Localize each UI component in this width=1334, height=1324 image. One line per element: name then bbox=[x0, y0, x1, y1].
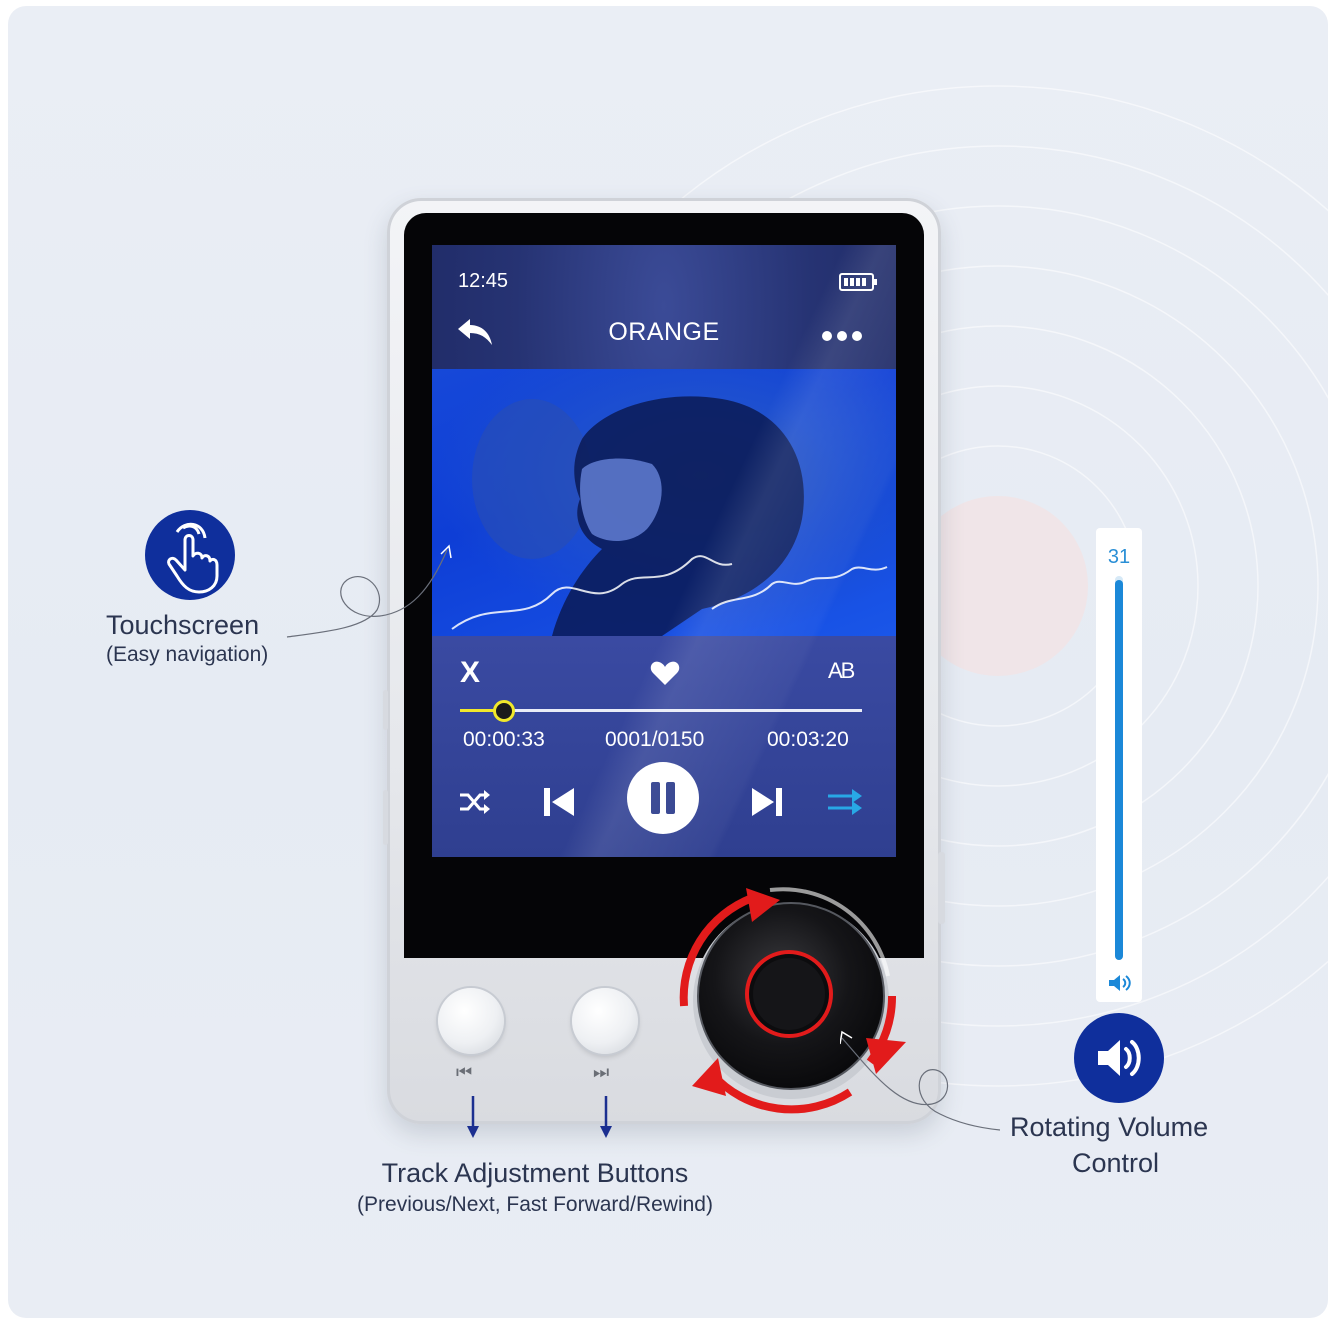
touch-screen[interactable]: 12:45 ORANGE X AB 00:00:33 0001/0150 00:… bbox=[432, 245, 896, 857]
next-track-icon[interactable] bbox=[750, 786, 784, 818]
shuffle-icon[interactable] bbox=[458, 788, 492, 816]
repeat-icon[interactable] bbox=[826, 786, 866, 818]
pause-button[interactable] bbox=[627, 762, 699, 834]
volume-label-line2: Control bbox=[1072, 1148, 1160, 1178]
elapsed-time: 00:00:33 bbox=[463, 728, 545, 751]
volume-value: 31 bbox=[1107, 546, 1131, 568]
volume-slider-panel: 31 bbox=[1096, 528, 1142, 1002]
hardware-next-button[interactable] bbox=[572, 988, 638, 1054]
touch-hand-icon bbox=[167, 522, 219, 594]
track-button-arrows bbox=[467, 1096, 612, 1138]
playback-controls: X AB 00:00:33 0001/0150 00:03:20 bbox=[432, 636, 896, 857]
touchscreen-sublabel: (Easy navigation) bbox=[106, 643, 269, 666]
heart-icon[interactable] bbox=[650, 660, 680, 686]
more-dots-icon[interactable] bbox=[820, 329, 864, 343]
touchscreen-label: Touchscreen bbox=[106, 610, 260, 640]
speaker-small-icon bbox=[1109, 975, 1131, 991]
side-button-lower[interactable] bbox=[383, 790, 388, 845]
track-buttons-label: Track Adjustment Buttons bbox=[381, 1158, 689, 1188]
status-time: 12:45 bbox=[458, 270, 509, 292]
track-buttons-sublabel: (Previous/Next, Fast Forward/Rewind) bbox=[357, 1193, 713, 1216]
progress-bar[interactable] bbox=[460, 700, 862, 722]
side-button-right[interactable] bbox=[938, 852, 945, 924]
volume-slider-track[interactable] bbox=[1115, 576, 1123, 960]
touchscreen-pointer-line bbox=[286, 544, 452, 638]
ab-repeat-button[interactable]: AB bbox=[828, 658, 855, 684]
volume-pointer-line bbox=[840, 1030, 1001, 1131]
battery-icon bbox=[839, 273, 877, 291]
album-artwork bbox=[432, 369, 896, 636]
volume-slider-fill bbox=[1115, 579, 1123, 960]
pause-icon bbox=[651, 782, 675, 814]
album-artwork-image bbox=[451, 396, 888, 636]
previous-track-icon[interactable] bbox=[542, 786, 576, 818]
track-index: 0001/0150 bbox=[605, 728, 705, 751]
total-time: 00:03:20 bbox=[767, 728, 849, 751]
volume-label-line1: Rotating Volume bbox=[1010, 1112, 1209, 1142]
close-button[interactable]: X bbox=[460, 656, 480, 690]
side-button-upper[interactable] bbox=[383, 690, 388, 730]
speaker-icon bbox=[1098, 1040, 1141, 1076]
fast-forward-icon: ⏭ bbox=[593, 1062, 610, 1082]
speaker-badge bbox=[1074, 1013, 1164, 1103]
touch-hand-badge bbox=[145, 510, 235, 600]
progress-handle[interactable] bbox=[493, 700, 516, 722]
rewind-icon: ⏮ bbox=[456, 1062, 473, 1082]
hardware-previous-button[interactable] bbox=[438, 988, 504, 1054]
